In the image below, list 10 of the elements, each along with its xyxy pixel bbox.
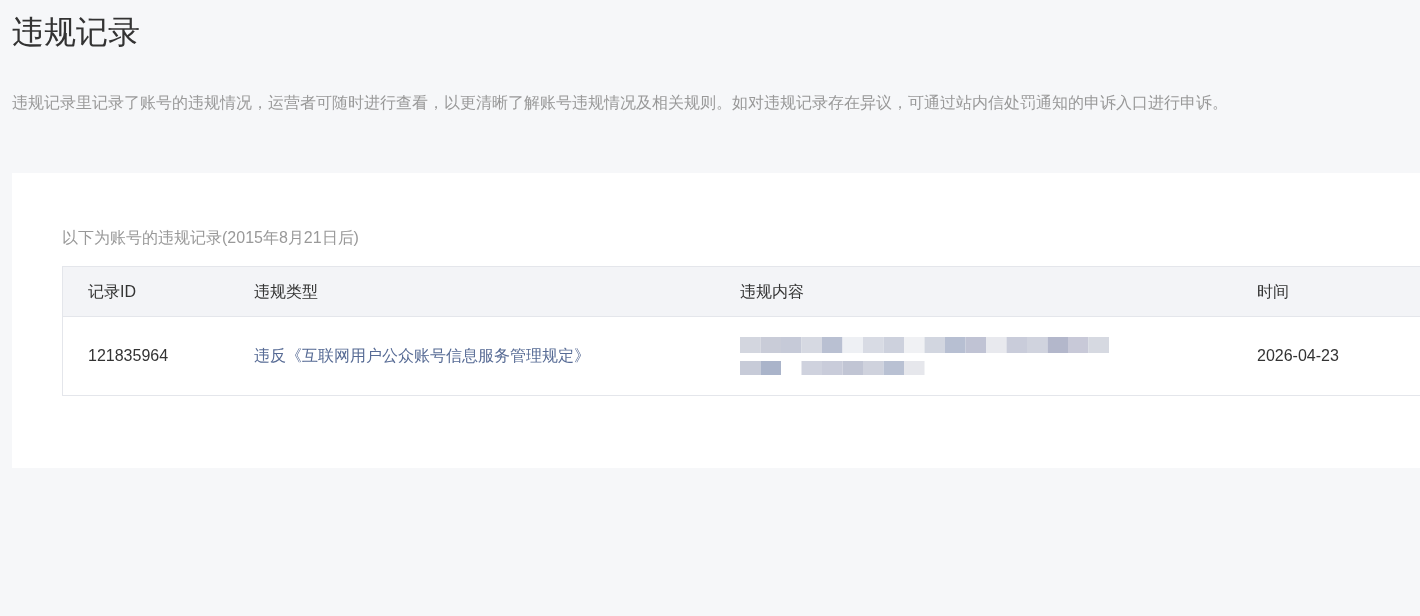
column-header: 时间 bbox=[1256, 281, 1290, 302]
page-title: 违规记录 bbox=[12, 13, 141, 52]
violation-type-link[interactable]: 违反《互联网用户公众账号信息服务管理规定》 bbox=[254, 347, 590, 364]
records-caption: 以下为账号的违规记录(2015年8月21日后) bbox=[62, 228, 360, 248]
column-header: 违规类型 bbox=[253, 281, 319, 302]
column-header: 违规内容 bbox=[739, 281, 805, 302]
column-header: 记录ID bbox=[87, 281, 137, 302]
page-description: 违规记录里记录了账号的违规情况，运营者可随时进行查看，以更清晰了解账号违规情况及相关规则。如对违规记录存在异议，可通过站内信处罚通知的申诉入口进行申诉。 bbox=[12, 93, 1229, 113]
record-id-cell-text: 121835964 bbox=[87, 346, 170, 366]
time-cell-text: 2026-04-23 bbox=[1256, 346, 1340, 366]
